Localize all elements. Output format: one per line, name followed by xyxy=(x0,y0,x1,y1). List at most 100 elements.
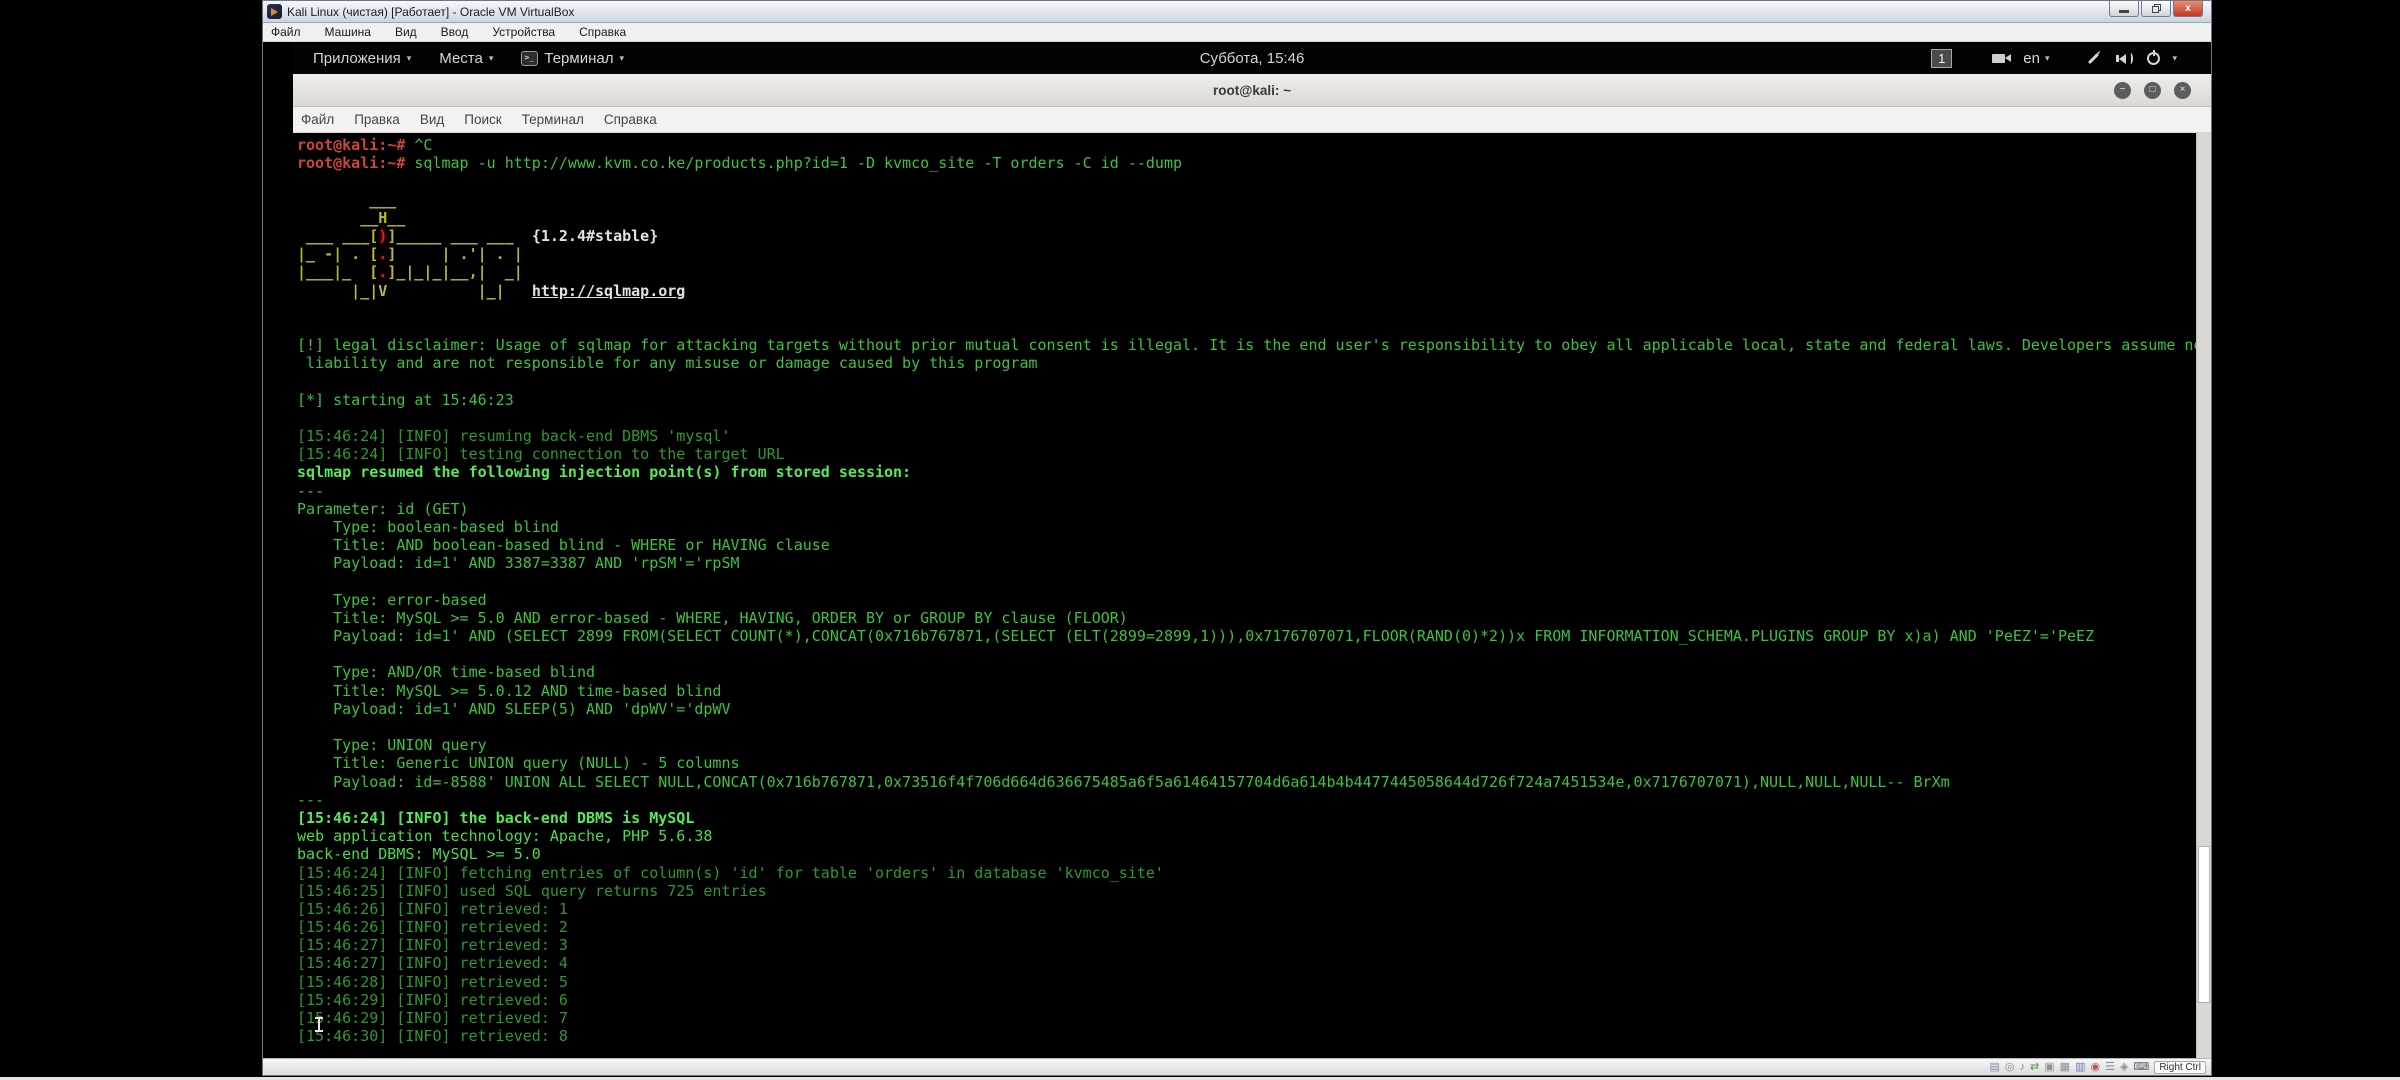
usb-icon[interactable]: ▣ xyxy=(2044,1062,2054,1073)
gnome-top-bar: Приложения ▾ Места ▾ Терминал ▾ Суббота,… xyxy=(293,43,2211,74)
terminal-window-buttons: − □ × xyxy=(2114,74,2191,106)
text-cursor xyxy=(318,1018,320,1031)
optical-disk-icon[interactable]: ◎ xyxy=(2005,1062,2015,1073)
terminal-line: Type: boolean-based blind xyxy=(297,518,2191,536)
vbox-menu-machine[interactable]: Машина xyxy=(325,25,371,39)
vbox-menu-file[interactable]: Файл xyxy=(271,25,301,39)
vbox-menu-input[interactable]: Ввод xyxy=(441,25,469,39)
terminal-line: Type: UNION query xyxy=(297,736,2191,754)
input-pen-icon xyxy=(2088,53,2099,64)
terminal-line xyxy=(297,372,2191,390)
volume-icon[interactable] xyxy=(2116,53,2133,64)
terminal-line: back-end DBMS: MySQL >= 5.0 xyxy=(297,845,2191,863)
places-menu[interactable]: Места ▾ xyxy=(439,50,493,67)
terminal-line: Type: error-based xyxy=(297,591,2191,609)
terminal-line: web application technology: Apache, PHP … xyxy=(297,827,2191,845)
scrollbar-thumb[interactable] xyxy=(2198,846,2210,1003)
vbox-window-title: Kali Linux (чистая) [Работает] - Oracle … xyxy=(287,5,574,19)
terminal-minimize-button[interactable]: − xyxy=(2114,82,2131,99)
terminal-menu-edit[interactable]: Правка xyxy=(354,112,400,127)
terminal-line: [15:46:25] [INFO] used SQL query returns… xyxy=(297,882,2191,900)
restore-button[interactable] xyxy=(2141,1,2171,17)
terminal-output[interactable]: root@kali:~# ^Croot@kali:~# sqlmap -u ht… xyxy=(293,133,2211,1059)
power-icon[interactable] xyxy=(2147,52,2160,65)
minimize-icon xyxy=(2119,10,2129,13)
terminal-close-button[interactable]: × xyxy=(2174,82,2191,99)
terminal-line: [15:46:24] [INFO] the back-end DBMS is M… xyxy=(297,809,2191,827)
terminal-line xyxy=(297,172,2191,190)
terminal-line: ___ ___[)]_____ ___ ___ {1.2.4#stable} xyxy=(297,227,2191,245)
system-menu-chevron-icon[interactable]: ▾ xyxy=(2172,53,2177,64)
terminal-line: Type: AND/OR time-based blind xyxy=(297,663,2191,681)
terminal-line xyxy=(297,300,2191,318)
shared-folders-icon[interactable]: ▦ xyxy=(2060,1062,2070,1073)
terminal-menu-help[interactable]: Справка xyxy=(604,112,657,127)
terminal-line: --- xyxy=(297,791,2191,809)
terminal-maximize-button[interactable]: □ xyxy=(2144,82,2161,99)
applications-menu[interactable]: Приложения ▾ xyxy=(313,50,411,67)
screencast-icon xyxy=(1992,54,2005,63)
minimize-button[interactable] xyxy=(2109,1,2139,17)
chevron-down-icon: ▾ xyxy=(489,53,494,64)
terminal-line: [15:46:27] [INFO] retrieved: 3 xyxy=(297,936,2191,954)
terminal-line: Payload: id=1' AND (SELECT 2899 FROM(SEL… xyxy=(297,627,2191,645)
terminal-line: ___ xyxy=(297,191,2191,209)
vm-window-icon xyxy=(267,4,282,19)
terminal-line: [15:46:28] [INFO] retrieved: 5 xyxy=(297,973,2191,991)
features-icon[interactable]: ☰ xyxy=(2105,1062,2115,1073)
terminal-line: |_ -| . [.] | .'| . | xyxy=(297,245,2191,263)
terminal-app-icon xyxy=(521,51,538,66)
vbox-titlebar[interactable]: Kali Linux (чистая) [Работает] - Oracle … xyxy=(263,1,2211,23)
display-icon[interactable]: ▥ xyxy=(2075,1062,2085,1073)
mouse-icon[interactable]: ◈ xyxy=(2120,1062,2128,1073)
terminal-line: Parameter: id (GET) xyxy=(297,500,2191,518)
terminal-title: root@kali: ~ xyxy=(1213,83,1291,98)
vbox-menu-help[interactable]: Справка xyxy=(579,25,626,39)
terminal-line: Title: AND boolean-based blind - WHERE o… xyxy=(297,536,2191,554)
video-capture-icon[interactable]: ◉ xyxy=(2090,1062,2100,1073)
close-button[interactable]: x xyxy=(2173,1,2203,17)
terminal-scrollbar[interactable] xyxy=(2196,133,2211,1059)
terminal-line: Payload: id=-8588' UNION ALL SELECT NULL… xyxy=(297,773,2191,791)
terminal-app-menu[interactable]: Терминал ▾ xyxy=(521,50,624,67)
gnome-bar-right: 1 en ▾ ▾ xyxy=(1931,43,2211,74)
chevron-down-icon: ▾ xyxy=(407,53,412,64)
terminal-line: [15:46:29] [INFO] retrieved: 6 xyxy=(297,991,2191,1009)
keyboard-layout-menu[interactable]: en ▾ xyxy=(2023,50,2049,67)
audio-icon[interactable]: ♪ xyxy=(2020,1062,2026,1073)
vbox-menu-view[interactable]: Вид xyxy=(395,25,417,39)
terminal-line: |___|_ [.]_|_|_|__,| _| xyxy=(297,263,2191,281)
terminal-menu-file[interactable]: Файл xyxy=(301,112,334,127)
host-desktop: Kali Linux (чистая) [Работает] - Oracle … xyxy=(0,0,2400,1080)
terminal-line: Title: MySQL >= 5.0.12 AND time-based bl… xyxy=(297,682,2191,700)
terminal-line: [15:46:24] [INFO] testing connection to … xyxy=(297,445,2191,463)
terminal-line xyxy=(297,573,2191,591)
terminal-line: |_|V |_| http://sqlmap.org xyxy=(297,282,2191,300)
terminal-line: [*] starting at 15:46:23 xyxy=(297,391,2191,409)
terminal-line: [15:46:26] [INFO] retrieved: 2 xyxy=(297,918,2191,936)
terminal-menu-search[interactable]: Поиск xyxy=(464,112,501,127)
terminal-line: [!] legal disclaimer: Usage of sqlmap fo… xyxy=(297,336,2191,354)
terminal-line: [15:46:30] [INFO] retrieved: 8 xyxy=(297,1027,2191,1045)
chevron-down-icon: ▾ xyxy=(619,53,624,64)
network-icon[interactable]: ⇄ xyxy=(2030,1062,2039,1073)
terminal-line: liability and are not responsible for an… xyxy=(297,354,2191,372)
terminal-menu-terminal[interactable]: Терминал xyxy=(522,112,584,127)
workspace-indicator[interactable]: 1 xyxy=(1931,49,1952,68)
clock[interactable]: Суббота, 15:46 xyxy=(1200,50,1305,67)
keyboard-icon[interactable]: ⌨ xyxy=(2133,1062,2149,1073)
status-icons: ▤ ◎ ♪ ⇄ ▣ ▦ ▥ ◉ ☰ ◈ ⌨ xyxy=(1990,1062,2150,1073)
restore-icon xyxy=(2152,4,2161,13)
gnome-bar-left: Приложения ▾ Места ▾ Терминал ▾ xyxy=(293,50,624,67)
vbox-menu-devices[interactable]: Устройства xyxy=(492,25,555,39)
terminal-line xyxy=(297,318,2191,336)
vbox-window-controls: x xyxy=(2107,1,2203,17)
hdd-icon[interactable]: ▤ xyxy=(1990,1062,2000,1073)
terminal-line: root@kali:~# ^C xyxy=(297,136,2191,154)
terminal-line xyxy=(297,409,2191,427)
terminal-line: Title: MySQL >= 5.0 AND error-based - WH… xyxy=(297,609,2191,627)
terminal-titlebar[interactable]: root@kali: ~ − □ × xyxy=(293,74,2211,107)
terminal-menubar: Файл Правка Вид Поиск Терминал Справка xyxy=(293,107,2211,133)
terminal-menu-view[interactable]: Вид xyxy=(420,112,444,127)
terminal-line xyxy=(297,718,2191,736)
